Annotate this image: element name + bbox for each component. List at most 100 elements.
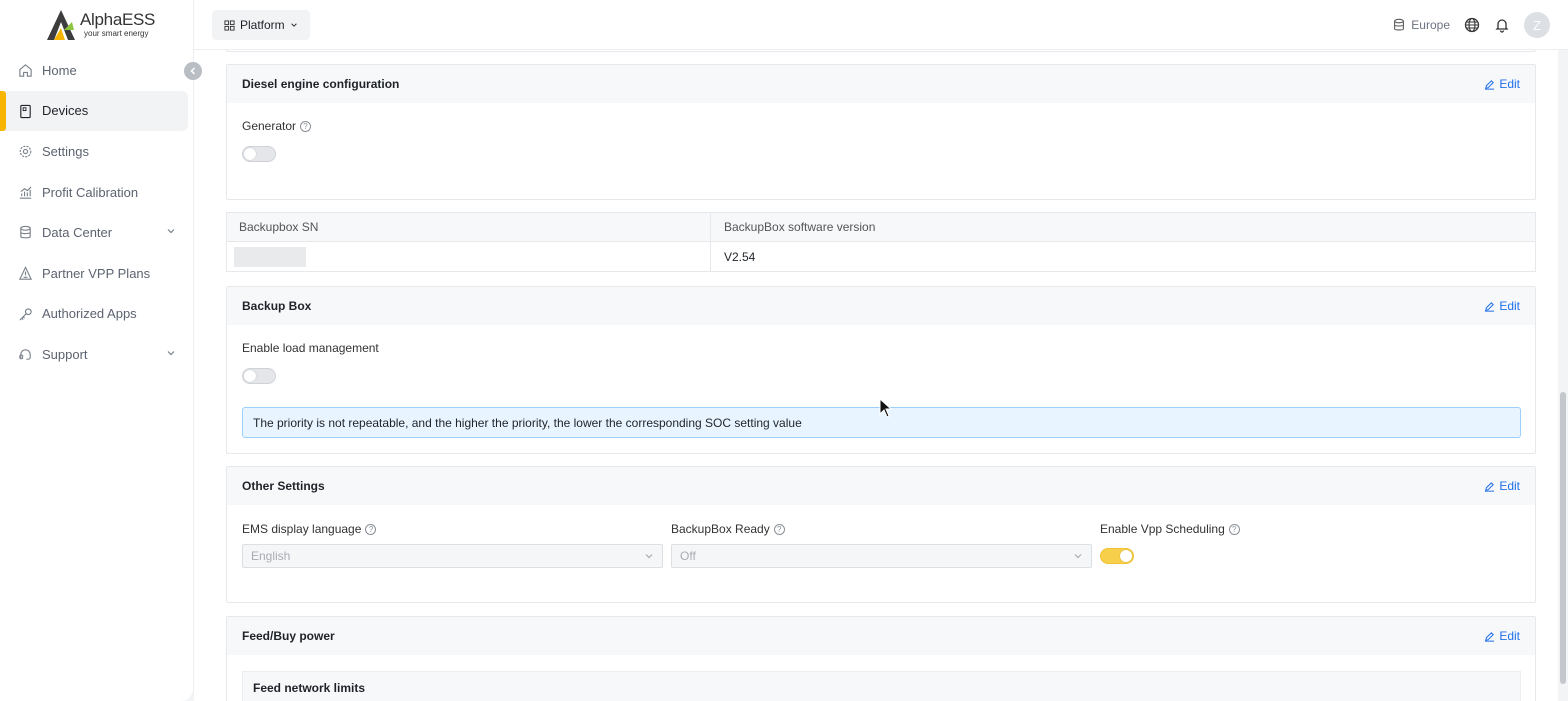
plans-icon — [18, 266, 33, 280]
column-header-sn: Backupbox SN — [227, 213, 711, 241]
main-content: Diesel engine configuration Edit Generat… — [194, 50, 1558, 701]
sidebar-item-label: Profit Calibration — [42, 184, 139, 200]
edit-label: Edit — [1499, 299, 1520, 313]
chevron-down-icon — [167, 351, 175, 356]
top-bar: Platform Europe Z — [194, 0, 1568, 50]
help-icon[interactable]: ? — [773, 523, 785, 535]
vpp-scheduling-toggle[interactable] — [1100, 548, 1134, 564]
feed-buy-power-card: Feed/Buy power Edit Feed network limits — [226, 616, 1536, 701]
edit-button[interactable]: Edit — [1484, 629, 1520, 643]
table-row: V2.54 — [227, 242, 1535, 271]
chevron-down-icon — [645, 554, 653, 559]
ems-language-label: EMS display language ? — [242, 522, 377, 536]
top-right-actions: Europe Z — [1392, 12, 1550, 38]
device-icon — [20, 104, 31, 118]
grid-icon — [224, 19, 235, 31]
help-icon[interactable]: ? — [300, 120, 312, 132]
vpp-scheduling-label: Enable Vpp Scheduling ? — [1100, 522, 1240, 536]
card-title: Backup Box — [242, 299, 312, 313]
generator-label: Generator ? — [242, 119, 312, 133]
card-title: Feed/Buy power — [242, 629, 335, 643]
edit-icon — [1485, 631, 1495, 642]
card-title: Other Settings — [242, 479, 325, 493]
logo-mark-icon — [47, 10, 75, 40]
edit-label: Edit — [1499, 479, 1520, 493]
chevron-down-icon — [1074, 554, 1082, 559]
platform-menu-button[interactable]: Platform — [212, 10, 310, 40]
region-label: Europe — [1411, 18, 1450, 32]
ems-language-value: English — [251, 549, 291, 563]
scroll-thumb[interactable] — [1560, 392, 1566, 684]
chevron-left-icon — [190, 67, 196, 75]
home-icon — [19, 64, 32, 77]
backupbox-ready-value: Off — [680, 549, 696, 563]
sidebar-item-label: Home — [42, 62, 77, 78]
sidebar-nav: Home Devices Settings Profit Calibration… — [0, 50, 194, 375]
chevron-down-icon — [290, 23, 297, 27]
sidebar-item-settings[interactable]: Settings — [0, 131, 194, 172]
help-icon[interactable]: ? — [1228, 523, 1240, 535]
card-header: Other Settings Edit — [227, 467, 1535, 505]
backupbox-ready-label-text: BackupBox Ready — [671, 522, 770, 536]
brand-name: AlphaESS — [80, 10, 156, 29]
avatar[interactable]: Z — [1524, 12, 1550, 38]
sidebar-item-support[interactable]: Support — [0, 334, 194, 375]
generator-label-text: Generator — [242, 119, 297, 133]
edit-button[interactable]: Edit — [1484, 299, 1520, 313]
region-selector[interactable]: Europe — [1392, 18, 1450, 32]
platform-label: Platform — [240, 18, 285, 32]
sidebar-item-home[interactable]: Home — [0, 50, 194, 91]
globe-icon[interactable] — [1464, 17, 1480, 33]
help-icon[interactable]: ? — [365, 523, 377, 535]
sidebar-collapse-button[interactable] — [184, 62, 202, 80]
database-icon — [1394, 18, 1405, 31]
feed-network-limits-title: Feed network limits — [253, 681, 366, 695]
ems-language-label-text: EMS display language — [242, 522, 362, 536]
redacted-sn — [234, 246, 306, 267]
sidebar-item-devices[interactable]: Devices — [0, 90, 188, 132]
sidebar-item-label: Support — [42, 346, 88, 362]
diesel-config-card: Diesel engine configuration Edit Generat… — [226, 64, 1536, 200]
chevron-down-icon — [167, 229, 175, 234]
sidebar-item-profit-calibration[interactable]: Profit Calibration — [0, 172, 194, 213]
other-settings-card: Other Settings Edit EMS display language… — [226, 466, 1536, 603]
support-icon — [19, 349, 31, 360]
edit-button[interactable]: Edit — [1484, 479, 1520, 493]
brand-tagline: your smart energy — [84, 29, 149, 38]
card-header: Feed/Buy power Edit — [227, 617, 1535, 655]
page-scrollbar[interactable] — [1558, 50, 1568, 701]
backupbox-ready-select[interactable]: Off — [671, 544, 1092, 568]
edit-icon — [1485, 301, 1495, 312]
backupbox-ready-label: BackupBox Ready ? — [671, 522, 785, 536]
edit-button[interactable]: Edit — [1484, 77, 1520, 91]
sidebar-item-partner-vpp-plans[interactable]: Partner VPP Plans — [0, 253, 194, 294]
generator-toggle[interactable] — [242, 146, 276, 162]
chart-icon — [19, 186, 32, 199]
database-icon — [20, 226, 31, 239]
sidebar-item-authorized-apps[interactable]: Authorized Apps — [0, 294, 194, 335]
table-header: Backupbox SN BackupBox software version — [227, 213, 1535, 242]
sidebar-item-label: Devices — [42, 103, 89, 119]
ems-language-select[interactable]: English — [242, 544, 663, 568]
previous-section-edge — [226, 50, 1536, 52]
backup-box-card: Backup Box Edit Enable load management T… — [226, 286, 1536, 454]
edit-icon — [1485, 79, 1495, 90]
bell-icon[interactable] — [1494, 17, 1510, 33]
sidebar-item-data-center[interactable]: Data Center — [0, 212, 194, 253]
key-icon — [19, 307, 32, 321]
load-management-toggle[interactable] — [242, 368, 276, 384]
column-header-version: BackupBox software version — [724, 220, 876, 234]
backupbox-table: Backupbox SN BackupBox software version … — [226, 212, 1536, 272]
gear-icon — [19, 145, 32, 158]
sidebar-item-label: Settings — [42, 143, 89, 159]
sidebar-item-label: Authorized Apps — [42, 306, 137, 322]
sidebar: AlphaESS your smart energy Home Devices … — [0, 0, 194, 701]
alphaess-logo[interactable]: AlphaESS your smart energy — [44, 8, 156, 42]
load-management-label: Enable load management — [242, 341, 379, 355]
mouse-cursor-icon — [879, 398, 893, 418]
vpp-scheduling-label-text: Enable Vpp Scheduling — [1100, 522, 1225, 536]
feed-network-limits-panel: Feed network limits — [242, 671, 1521, 701]
version-cell: V2.54 — [724, 249, 756, 264]
sidebar-item-label: Data Center — [42, 225, 113, 241]
sidebar-item-label: Partner VPP Plans — [42, 265, 151, 281]
